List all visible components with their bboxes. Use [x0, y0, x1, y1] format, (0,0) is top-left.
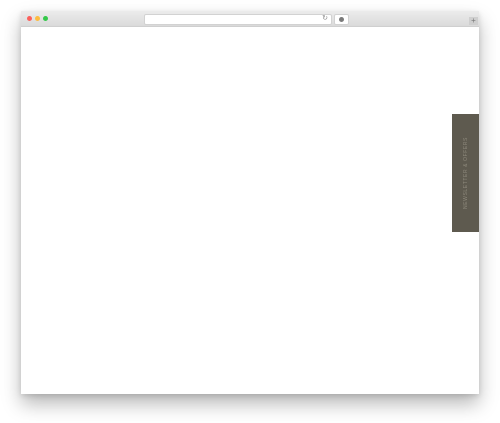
browser-titlebar: ↻ + [21, 11, 479, 27]
browser-window: ↻ + NEWSLETTER & OFFERS [21, 11, 479, 394]
page-viewport: NEWSLETTER & OFFERS [21, 27, 479, 394]
reload-icon[interactable]: ↻ [322, 14, 328, 24]
close-icon[interactable] [27, 16, 32, 21]
zoom-icon[interactable] [43, 16, 48, 21]
new-tab-icon[interactable]: + [469, 17, 478, 25]
toolbar-button[interactable] [334, 14, 349, 25]
newsletter-side-tab[interactable]: NEWSLETTER & OFFERS [452, 114, 479, 232]
side-tab-label: NEWSLETTER & OFFERS [462, 137, 469, 209]
address-bar[interactable]: ↻ [144, 14, 332, 25]
screenshot-stage: ↻ + NEWSLETTER & OFFERS [0, 0, 500, 423]
minimize-icon[interactable] [35, 16, 40, 21]
settings-icon [339, 17, 344, 22]
